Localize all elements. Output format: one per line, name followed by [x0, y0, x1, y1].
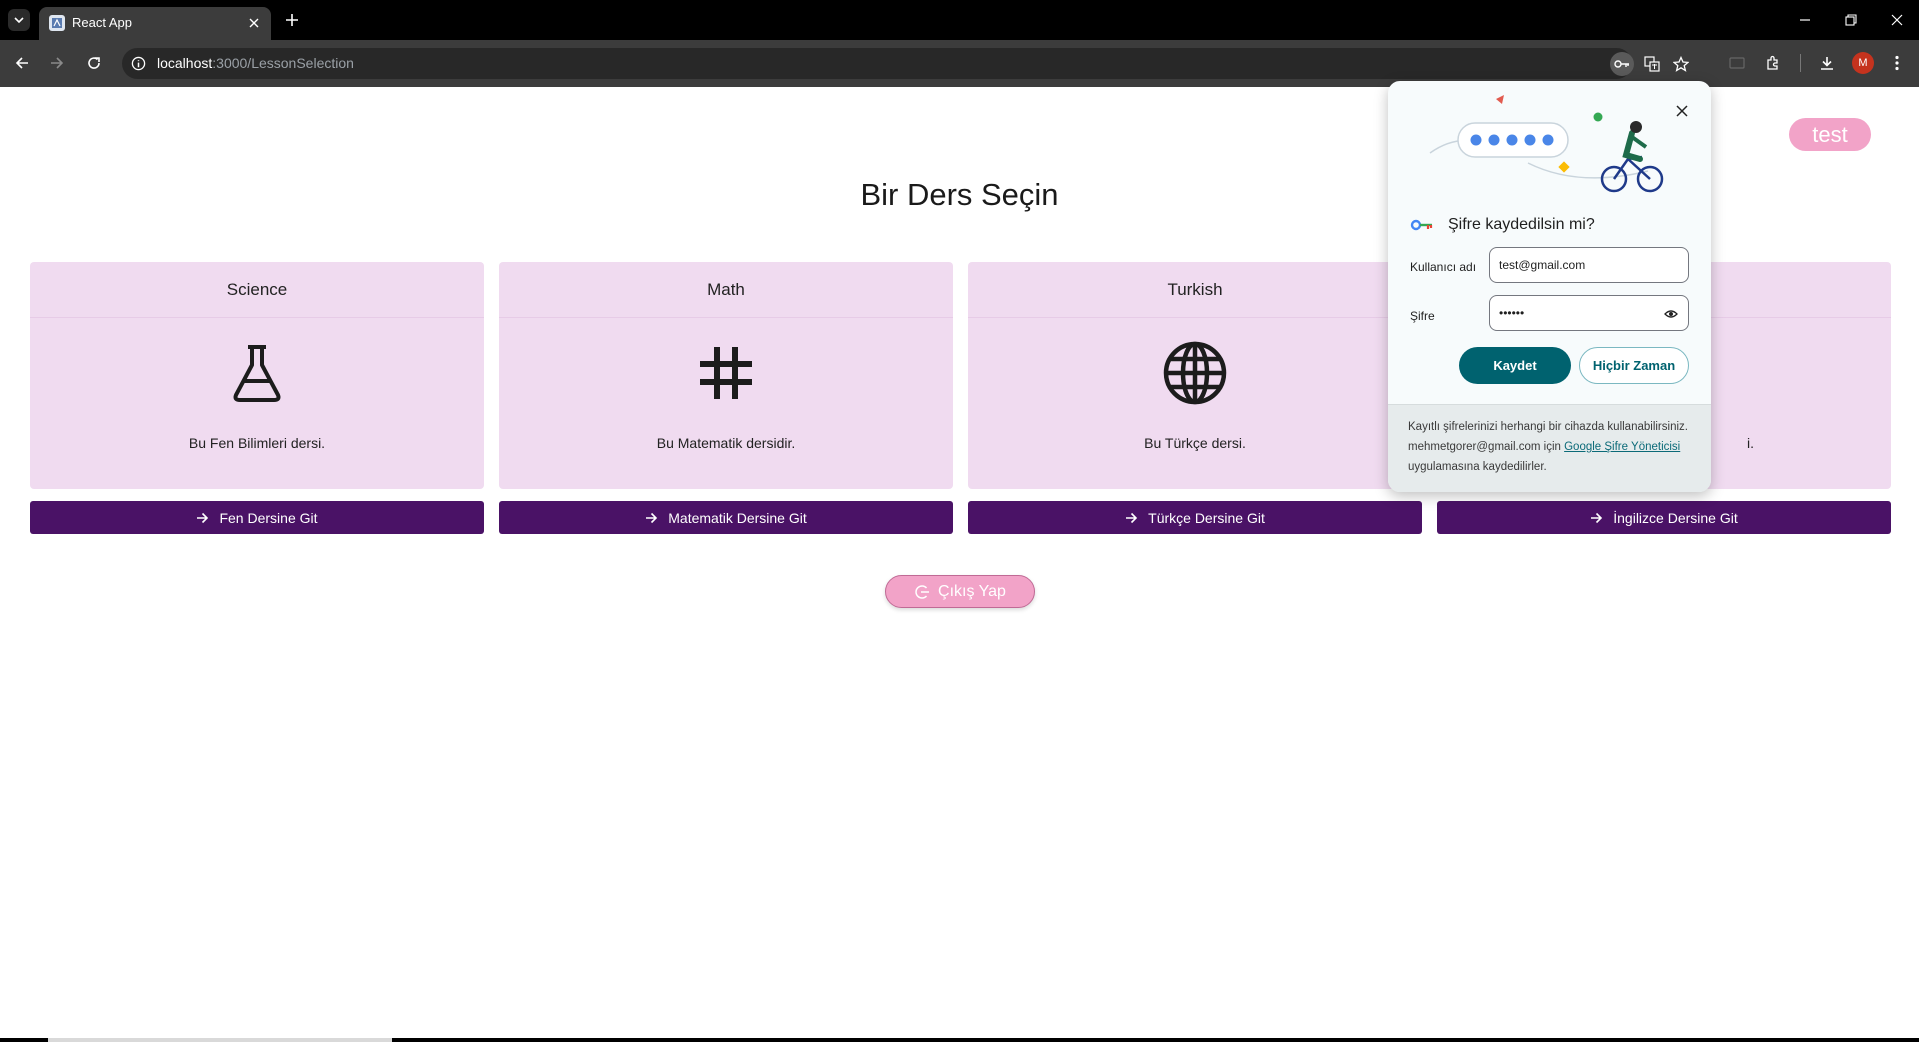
username-field[interactable]: test@gmail.com: [1489, 247, 1689, 283]
hashtag-icon: [499, 342, 953, 404]
reload-button[interactable]: [83, 52, 105, 74]
arrow-right-icon: [51, 57, 64, 69]
address-bar[interactable]: localhost:3000/LessonSelection: [122, 48, 1689, 79]
globe-icon: [968, 341, 1422, 405]
never-save-button[interactable]: Hiçbir Zaman: [1579, 347, 1689, 384]
footer-text-2: uygulamasına kaydedilirler.: [1408, 461, 1547, 473]
tab-close-icon[interactable]: [245, 14, 263, 32]
flask-icon: [30, 342, 484, 404]
card-title: Math: [499, 262, 953, 318]
arrow-right-icon: [646, 512, 658, 523]
browser-tab[interactable]: React App: [39, 7, 271, 40]
minimize-button[interactable]: [1795, 10, 1815, 30]
dialog-footer: Kayıtlı şifrelerinizi herhangi bir cihaz…: [1388, 404, 1711, 492]
dialog-title: Şifre kaydedilsin mi?: [1448, 216, 1595, 233]
extensions-icon[interactable]: [1762, 52, 1784, 74]
card-title: Science: [30, 262, 484, 318]
card-description: Bu Fen Bilimleri dersi.: [188, 435, 326, 451]
save-password-dialog: Şifre kaydedilsin mi? Kullanıcı adı test…: [1388, 81, 1711, 492]
go-math-label: Matematik Dersine Git: [668, 509, 807, 526]
close-icon[interactable]: [1673, 102, 1691, 120]
menu-kebab-icon[interactable]: [1886, 52, 1908, 74]
arrow-right-icon: [1591, 512, 1603, 523]
arrow-right-icon: [1126, 512, 1138, 523]
minimize-icon: [1800, 19, 1810, 21]
go-turkish-button[interactable]: Türkçe Dersine Git: [968, 501, 1422, 534]
password-manager-link[interactable]: Google Şifre Yöneticisi: [1564, 441, 1680, 453]
cast-icon[interactable]: [1726, 52, 1748, 74]
site-info-icon[interactable]: [130, 55, 147, 72]
back-button[interactable]: [11, 52, 33, 74]
logout-button[interactable]: Çıkış Yap: [885, 575, 1035, 608]
lesson-card-turkish: Turkish Bu Türkçe dersi.: [968, 262, 1422, 489]
close-window-button[interactable]: [1887, 10, 1907, 30]
card-title: Turkish: [968, 262, 1422, 318]
tab-title: React App: [72, 15, 132, 30]
go-english-label: İngilizce Dersine Git: [1613, 509, 1738, 526]
lesson-card-science: Science Bu Fen Bilimleri dersi.: [30, 262, 484, 489]
url-text[interactable]: localhost:3000/LessonSelection: [157, 55, 354, 71]
new-tab-button[interactable]: [281, 9, 303, 31]
go-math-button[interactable]: Matematik Dersine Git: [499, 501, 953, 534]
card-description: Bu Türkçe dersi.: [1144, 435, 1246, 451]
close-icon: [1891, 14, 1903, 26]
save-password-button[interactable]: Kaydet: [1459, 347, 1571, 384]
go-science-button[interactable]: Fen Dersine Git: [30, 501, 484, 534]
logout-icon: [915, 584, 930, 599]
dialog-header: Şifre kaydedilsin mi?: [1410, 216, 1595, 234]
toolbar-divider: [1800, 54, 1801, 72]
go-science-label: Fen Dersine Git: [219, 509, 318, 526]
lesson-card-math: Math Bu Matematik dersidir.: [499, 262, 953, 489]
profile-avatar[interactable]: M: [1852, 52, 1874, 74]
password-illustration: [1429, 95, 1664, 193]
logout-label: Çıkış Yap: [938, 582, 1006, 600]
taskbar-indicator: [48, 1038, 392, 1042]
reload-icon: [88, 57, 100, 69]
arrow-right-icon: [197, 512, 209, 523]
tab-search-button[interactable]: [8, 9, 30, 31]
show-password-eye-icon[interactable]: [1664, 307, 1678, 321]
password-value: ••••••: [1499, 306, 1525, 320]
go-english-button[interactable]: İngilizce Dersine Git: [1437, 501, 1891, 534]
username-value: test@gmail.com: [1499, 258, 1586, 272]
browser-toolbar: localhost:3000/LessonSelection M: [0, 40, 1919, 87]
downloads-icon[interactable]: [1816, 52, 1838, 74]
bookmark-star-icon[interactable]: [1669, 52, 1693, 76]
google-key-icon: [1410, 219, 1433, 231]
plus-icon: [286, 14, 298, 26]
restore-button[interactable]: [1841, 10, 1861, 30]
browser-titlebar: React App: [0, 0, 1919, 40]
card-description: Bu Matematik dersidir.: [656, 435, 796, 451]
password-key-icon[interactable]: [1610, 52, 1634, 76]
username-label: Kullanıcı adı: [1410, 260, 1477, 274]
forward-button[interactable]: [46, 52, 68, 74]
password-label: Şifre: [1410, 309, 1435, 323]
react-favicon-icon: [49, 15, 65, 31]
chevron-down-icon: [14, 17, 24, 24]
arrow-left-icon: [15, 57, 28, 69]
password-field[interactable]: ••••••: [1489, 295, 1689, 331]
translate-icon[interactable]: [1640, 52, 1664, 76]
go-turkish-label: Türkçe Dersine Git: [1148, 509, 1265, 526]
restore-icon: [1845, 14, 1857, 26]
user-chip[interactable]: test: [1789, 118, 1871, 151]
